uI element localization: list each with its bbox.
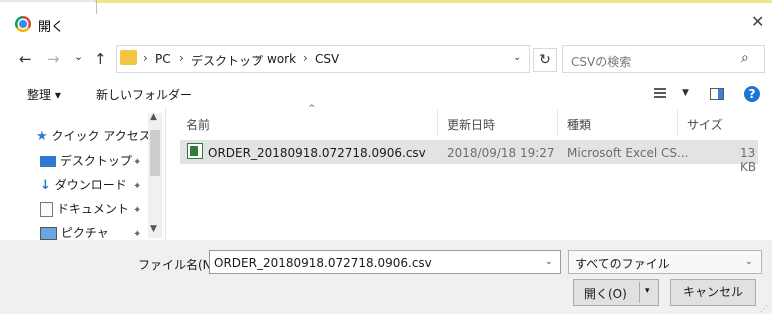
organize-button[interactable]: 整理 ▾ [27,86,61,103]
resize-grip-icon[interactable]: ⋰ [760,304,768,313]
top-strip [0,0,95,2]
column-divider[interactable] [437,110,438,136]
column-divider[interactable] [677,110,678,136]
breadcrumb-separator: › [143,51,148,65]
file-type: Microsoft Excel CS... [567,146,689,160]
refresh-button[interactable]: ↻ [533,48,557,72]
desktop-icon [40,156,56,167]
sidebar-item-documents[interactable]: ドキュメント [40,198,129,220]
star-icon: ★ [36,129,48,144]
excel-file-icon [187,143,203,159]
close-button[interactable]: ✕ [751,12,764,31]
search-placeholder: CSVの検索 [571,55,632,69]
view-dropdown-icon[interactable]: ▼ [682,88,689,98]
pin-icon[interactable]: ✦ [133,157,141,168]
column-divider[interactable] [557,110,558,136]
folder-icon [120,50,137,65]
download-icon: ↓ [40,178,51,193]
file-name[interactable]: ORDER_20180918.072718.0906.csv [208,146,426,160]
breadcrumb-csv[interactable]: CSV [315,52,339,66]
search-icon[interactable]: ⌕ [741,50,749,66]
pin-icon[interactable]: ✦ [133,229,141,240]
pin-icon[interactable]: ✦ [133,205,141,216]
column-header-modified[interactable]: 更新日時 [447,116,495,133]
view-options-icon[interactable] [654,88,666,100]
up-folder-button[interactable]: ↑ [94,50,107,68]
sidebar-item-label: デスクトップ [59,154,132,168]
back-button[interactable]: ← [19,50,32,68]
column-header-name[interactable]: 名前 [186,116,210,133]
filetype-value[interactable]: すべてのファイル [575,255,670,272]
file-size: 13 KB [740,146,757,174]
help-icon[interactable]: ? [744,86,760,102]
breadcrumb-separator: › [179,51,184,65]
recent-locations-dropdown[interactable]: ⌄ [74,50,83,63]
breadcrumb-pc[interactable]: PC [155,52,171,66]
filetype-dropdown-icon[interactable]: ⌄ [745,257,753,267]
filename-value[interactable]: ORDER_20180918.072718.0906.csv [214,256,432,270]
new-folder-button[interactable]: 新しいフォルダー [96,86,192,103]
document-icon [40,202,53,217]
breadcrumb-separator: › [303,51,308,65]
breadcrumb-work[interactable]: work [267,52,296,66]
chrome-icon [15,16,31,32]
cancel-button[interactable]: キャンセル [670,279,756,306]
open-options-dropdown-icon[interactable]: ▾ [645,286,650,296]
sidebar-item-quick-access[interactable]: ★ クイック アクセス [36,125,151,147]
pin-icon[interactable]: ✦ [133,181,141,192]
window-title: 開く [38,20,65,35]
sidebar-item-downloads[interactable]: ↓ ダウンロード [40,174,127,196]
sort-ascending-icon: ^ [308,104,316,114]
top-accent-strip [95,0,772,3]
sidebar-item-label: ダウンロード [54,178,127,192]
column-header-size[interactable]: サイズ [687,116,723,133]
scroll-up-icon[interactable]: ▲ [150,112,157,122]
sidebar-item-desktop[interactable]: デスクトップ [40,150,132,172]
file-modified: 2018/09/18 19:27 [447,146,555,160]
scroll-down-icon[interactable]: ▼ [150,224,157,234]
divider [96,0,97,14]
preview-pane-icon[interactable] [710,88,724,100]
open-button-label[interactable]: 開く(O) [584,285,627,302]
forward-button[interactable]: → [47,50,60,68]
breadcrumb-separator: › [255,51,260,65]
filename-dropdown-icon[interactable]: ⌄ [545,257,553,267]
sidebar-scroll-thumb[interactable] [150,130,160,176]
address-dropdown-icon[interactable]: ⌄ [513,52,521,63]
sidebar-item-label: ドキュメント [56,202,129,216]
pictures-icon [40,227,57,240]
column-header-type[interactable]: 種類 [567,116,591,133]
sidebar-item-label: ピクチャ [60,226,109,240]
open-split-divider [639,282,640,303]
breadcrumb-desktop[interactable]: デスクトップ [191,52,263,69]
sidebar-item-label: クイック アクセス [51,129,151,143]
pane-divider[interactable] [165,108,166,240]
